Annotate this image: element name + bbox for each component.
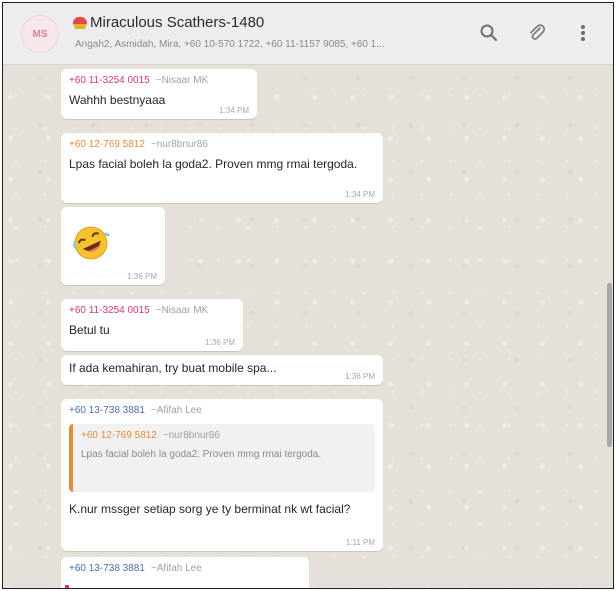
message-time: 1:11 PM xyxy=(345,538,375,547)
message-time: 1:34 PM xyxy=(219,106,249,115)
message-bubble[interactable]: If ada kemahiran, try buat mobile spa...… xyxy=(61,355,383,385)
message-text: Lpas facial boleh la goda2. Proven mmg r… xyxy=(69,157,358,171)
sender-nick: ~nur8bnur86 xyxy=(150,139,208,150)
message-bubble[interactable]: +60 11-3254 0015 ~Nisaar MK Wahhh bestnya… xyxy=(61,69,257,119)
paperclip-icon[interactable] xyxy=(525,21,549,45)
sender-number[interactable]: +60 13-738 3881 xyxy=(69,563,145,574)
kebab-menu-icon[interactable] xyxy=(571,21,595,45)
sender-nick: ~Afifah Lee xyxy=(150,563,202,574)
participants-list: Angah2, Asmidah, Mira, +60 10-570 1722, … xyxy=(75,39,385,50)
group-avatar[interactable]: MS xyxy=(21,15,59,53)
message-time: 1:36 PM xyxy=(127,272,157,281)
search-icon[interactable] xyxy=(477,21,501,45)
message-time: 1:36 PM xyxy=(205,338,235,347)
scrollbar[interactable] xyxy=(607,283,612,447)
sender-number[interactable]: +60 11-3254 0015 xyxy=(69,305,150,316)
title-row[interactable]: Miraculous Scathers-1480 xyxy=(73,14,264,31)
quote-bar xyxy=(65,585,69,588)
message-text: Betul tu xyxy=(69,323,110,337)
sender-nick: ~Nisaar MK xyxy=(155,305,209,316)
message-bubble[interactable]: 1:36 PM xyxy=(61,207,165,285)
message-text: K.nur mssger setiap sorg ye ty berminat … xyxy=(69,502,351,516)
message-bubble[interactable]: +60 12-769 5812 ~nur8bnur86 Lpas facial b… xyxy=(61,133,383,203)
quoted-message[interactable]: +60 12-769 5812 ~nur8bnur86 Lpas facial b… xyxy=(69,424,375,492)
message-bubble[interactable]: +60 13-738 3881 ~Afifah Lee +60 12-769 58… xyxy=(61,399,383,551)
message-time: 1:34 PM xyxy=(345,190,375,199)
sender-nick: ~Nisaar MK xyxy=(155,75,209,86)
message-time: 1:36 PM xyxy=(345,372,375,381)
group-title: Miraculous Scathers-1480 xyxy=(90,14,265,31)
quoted-sender-nick: ~nur8bnur86 xyxy=(162,430,220,441)
sender-number[interactable]: +60 13-738 3881 xyxy=(69,405,145,416)
quoted-text: Lpas facial boleh la goda2. Proven mmg r… xyxy=(81,449,322,460)
rofl-emoji-icon xyxy=(71,223,111,263)
message-bubble[interactable]: +60 11-3254 0015 ~Nisaar MK Betul tu 1:36… xyxy=(61,299,243,351)
quoted-sender-number: +60 12-769 5812 xyxy=(81,430,157,441)
heart-crown-emoji-icon xyxy=(73,16,87,29)
chat-header: MS Miraculous Scathers-1480 Angah2, Asmi… xyxy=(3,3,613,65)
sender-number[interactable]: +60 11-3254 0015 xyxy=(69,75,150,86)
sender-nick: ~Afifah Lee xyxy=(150,405,202,416)
message-text: If ada kemahiran, try buat mobile spa... xyxy=(69,361,277,375)
sender-number[interactable]: +60 12-769 5812 xyxy=(69,139,145,150)
message-bubble[interactable]: +60 13-738 3881 ~Afifah Lee xyxy=(61,557,309,588)
chat-window: MS Miraculous Scathers-1480 Angah2, Asmi… xyxy=(2,2,614,589)
